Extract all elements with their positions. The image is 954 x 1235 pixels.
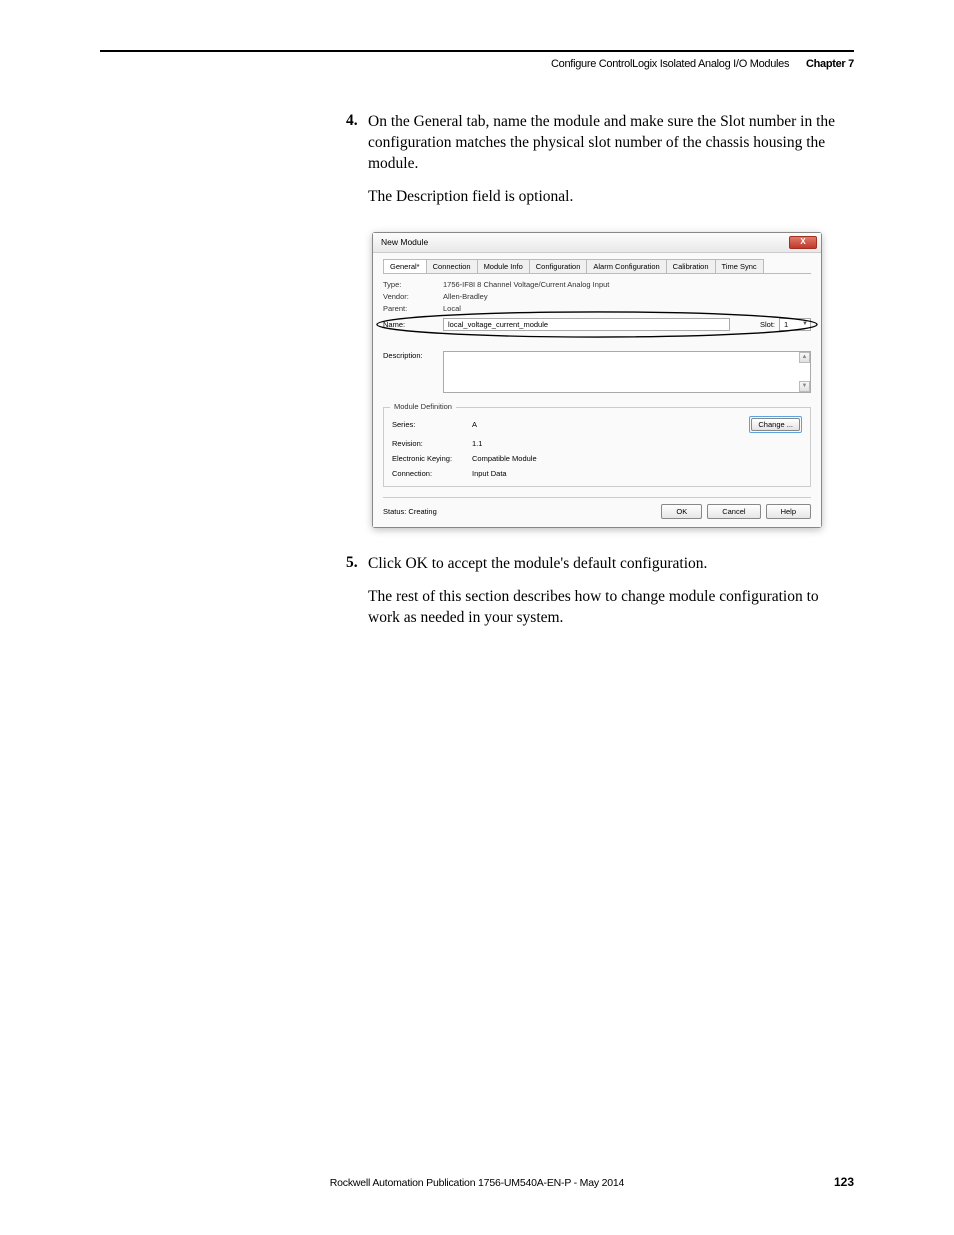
connection-value: Input Data: [472, 469, 802, 478]
tab-time-sync[interactable]: Time Sync: [715, 259, 764, 273]
parent-label: Parent:: [383, 304, 443, 313]
change-button-focus: Change ...: [749, 416, 802, 433]
connection-label: Connection:: [392, 469, 472, 478]
tab-calibration[interactable]: Calibration: [666, 259, 716, 273]
header-chapter: Chapter 7: [806, 58, 854, 70]
step-5-text: Click OK to accept the module's default …: [368, 554, 854, 575]
new-module-dialog: New Module X General* Connection Module …: [372, 232, 822, 528]
tab-module-info[interactable]: Module Info: [477, 259, 530, 273]
module-definition-legend: Module Definition: [390, 402, 456, 411]
dialog-titlebar: New Module X: [373, 233, 821, 253]
scroll-down-icon[interactable]: ▼: [799, 381, 810, 392]
tab-alarm-configuration[interactable]: Alarm Configuration: [586, 259, 666, 273]
dialog-footer: Status: Creating OK Cancel Help: [383, 497, 811, 519]
slot-label: Slot:: [760, 320, 775, 329]
keying-value: Compatible Module: [472, 454, 802, 463]
new-module-dialog-screenshot: New Module X General* Connection Module …: [372, 232, 854, 528]
vendor-value: Allen-Bradley: [443, 292, 488, 301]
type-row: Type: 1756-IF8I 8 Channel Voltage/Curren…: [383, 280, 811, 289]
step-4: 4. On the General tab, name the module a…: [368, 112, 854, 208]
running-header: Configure ControlLogix Isolated Analog I…: [551, 58, 854, 70]
revision-value: 1.1: [472, 439, 802, 448]
tab-general[interactable]: General*: [383, 259, 427, 273]
change-button[interactable]: Change ...: [751, 418, 800, 431]
ok-button[interactable]: OK: [661, 504, 702, 519]
help-button[interactable]: Help: [766, 504, 811, 519]
description-textarea[interactable]: ▲ ▼: [443, 351, 811, 393]
type-label: Type:: [383, 280, 443, 289]
step-5-number: 5.: [346, 554, 358, 572]
vendor-row: Vendor: Allen-Bradley: [383, 292, 811, 301]
parent-value: Local: [443, 304, 461, 313]
dialog-title: New Module: [381, 237, 428, 247]
step-4-text: On the General tab, name the module and …: [368, 112, 854, 175]
series-label: Series:: [392, 420, 472, 429]
slot-value: 1: [784, 320, 788, 329]
revision-label: Revision:: [392, 439, 472, 448]
step-4-number: 4.: [346, 112, 358, 130]
page-number: 123: [834, 1175, 854, 1189]
module-definition-group: Module Definition Series: A Change ... R…: [383, 407, 811, 487]
description-label: Description:: [383, 351, 443, 393]
parent-row: Parent: Local: [383, 304, 811, 313]
header-rule: [100, 50, 854, 52]
step-5: 5. Click OK to accept the module's defau…: [368, 554, 854, 629]
name-input[interactable]: [443, 318, 730, 331]
name-slot-callout: Name: Slot: 1 ▼: [377, 316, 817, 333]
cancel-button[interactable]: Cancel: [707, 504, 760, 519]
keying-label: Electronic Keying:: [392, 454, 472, 463]
step-4-subtext: The Description field is optional.: [368, 187, 854, 208]
publication-footer: Rockwell Automation Publication 1756-UM5…: [0, 1177, 954, 1189]
header-title: Configure ControlLogix Isolated Analog I…: [551, 58, 789, 70]
slot-select[interactable]: 1 ▼: [779, 318, 811, 331]
chevron-down-icon: ▼: [802, 321, 808, 327]
tab-connection[interactable]: Connection: [426, 259, 478, 273]
step-5-subtext: The rest of this section describes how t…: [368, 587, 854, 629]
vendor-label: Vendor:: [383, 292, 443, 301]
status-text: Status: Creating: [383, 507, 437, 516]
scroll-up-icon[interactable]: ▲: [799, 352, 810, 363]
series-value: A: [472, 420, 749, 429]
tab-configuration[interactable]: Configuration: [529, 259, 588, 273]
description-row: Description: ▲ ▼: [383, 351, 811, 393]
dialog-tabs: General* Connection Module Info Configur…: [383, 259, 811, 274]
type-value: 1756-IF8I 8 Channel Voltage/Current Anal…: [443, 280, 609, 289]
name-label: Name:: [383, 320, 443, 329]
close-icon[interactable]: X: [789, 236, 817, 249]
